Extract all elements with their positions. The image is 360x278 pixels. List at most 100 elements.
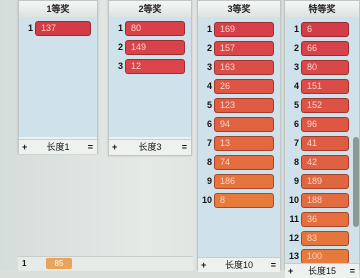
item-index: 3 bbox=[206, 62, 212, 72]
item-index: 7 bbox=[293, 138, 299, 148]
item-index: 10 bbox=[202, 195, 213, 205]
item-index: 8 bbox=[206, 157, 212, 167]
item-index: 9 bbox=[206, 176, 212, 186]
item-value[interactable]: 26 bbox=[214, 79, 274, 94]
item-index: 12 bbox=[289, 233, 300, 243]
item-value[interactable]: 100 bbox=[301, 249, 349, 264]
list-item[interactable]: 4 151 bbox=[285, 78, 359, 95]
list-item[interactable]: 10 8 bbox=[198, 192, 280, 209]
item-index: 3 bbox=[293, 62, 299, 72]
list-item[interactable]: 1 137 bbox=[19, 20, 97, 37]
list-item[interactable]: 5 152 bbox=[285, 97, 359, 114]
item-value[interactable]: 169 bbox=[214, 22, 274, 37]
column-footer: + 长度15 = bbox=[285, 263, 359, 278]
item-index: 1 bbox=[293, 24, 299, 34]
item-value[interactable]: 74 bbox=[214, 155, 274, 170]
list-item[interactable]: 2 157 bbox=[198, 40, 280, 57]
equals-button[interactable]: = bbox=[350, 264, 355, 278]
item-value[interactable]: 137 bbox=[35, 21, 91, 36]
list-item[interactable]: 5 123 bbox=[198, 97, 280, 114]
item-value[interactable]: 85 bbox=[46, 258, 72, 269]
item-index: 4 bbox=[293, 81, 299, 91]
list-item[interactable]: 8 74 bbox=[198, 154, 280, 171]
item-index: 7 bbox=[206, 138, 212, 148]
list-item[interactable]: 9 189 bbox=[285, 173, 359, 190]
item-index: 6 bbox=[206, 119, 212, 129]
column-4: 特等奖 16 2 66 3 80 4 151 5 152 6 96 7 41 8 42 9 18… bbox=[284, 0, 360, 278]
item-index: 2 bbox=[206, 43, 212, 53]
length-label: 长度3 bbox=[138, 142, 162, 152]
item-value[interactable]: 83 bbox=[301, 231, 349, 246]
equals-button[interactable]: = bbox=[182, 140, 187, 154]
item-index: 9 bbox=[293, 176, 299, 186]
item-value[interactable]: 96 bbox=[301, 117, 349, 132]
item-value[interactable]: 186 bbox=[214, 174, 274, 189]
item-index: 3 bbox=[117, 61, 123, 71]
column-footer: + 长度1 = bbox=[19, 139, 97, 154]
item-value[interactable]: 13 bbox=[214, 136, 274, 151]
item-value[interactable]: 188 bbox=[301, 193, 349, 208]
list-item[interactable]: 6 94 bbox=[198, 116, 280, 133]
column-title: 2等奖 bbox=[109, 1, 191, 18]
item-value[interactable]: 189 bbox=[301, 174, 349, 189]
item-index: 8 bbox=[293, 157, 299, 167]
column-1: 1等奖 1 137 + 长度1 = bbox=[18, 0, 98, 154]
item-value[interactable]: 12 bbox=[125, 59, 185, 74]
item-index: 6 bbox=[293, 119, 299, 129]
item-value[interactable]: 6 bbox=[301, 22, 349, 37]
list-item[interactable]: 3 12 bbox=[109, 58, 191, 75]
list-item[interactable]: 7 41 bbox=[285, 135, 359, 152]
item-value[interactable]: 80 bbox=[125, 21, 185, 36]
item-index: 1 bbox=[22, 259, 27, 268]
length-label: 长度15 bbox=[307, 266, 336, 276]
list-item[interactable]: 11 36 bbox=[285, 211, 359, 228]
item-value[interactable]: 123 bbox=[214, 98, 274, 113]
item-value[interactable]: 80 bbox=[301, 60, 349, 75]
item-index: 5 bbox=[206, 100, 212, 110]
item-index: 2 bbox=[293, 43, 299, 53]
item-index: 4 bbox=[206, 81, 212, 91]
item-value[interactable]: 152 bbox=[301, 98, 349, 113]
column-list: 1 80 2 149 3 12 bbox=[109, 17, 191, 137]
page: 1等奖 1 137 + 长度1 = 2等奖 1 80 2 149 3 12 + … bbox=[0, 0, 360, 278]
item-value[interactable]: 157 bbox=[214, 41, 274, 56]
length-label: 长度1 bbox=[46, 142, 70, 152]
equals-button[interactable]: = bbox=[88, 140, 93, 154]
item-value[interactable]: 94 bbox=[214, 117, 274, 132]
item-index: 1 bbox=[117, 23, 123, 33]
list-item[interactable]: 8 42 bbox=[285, 154, 359, 171]
list-item[interactable]: 10 188 bbox=[285, 192, 359, 209]
list-item[interactable]: 16 bbox=[285, 21, 359, 38]
list-item[interactable]: 1 80 bbox=[109, 20, 191, 37]
column-title: 3等奖 bbox=[198, 1, 280, 18]
list-item[interactable]: 6 96 bbox=[285, 116, 359, 133]
column-list: 16 2 66 3 80 4 151 5 152 6 96 7 41 8 42 9 189 10… bbox=[285, 17, 359, 264]
list-item[interactable]: 2 149 bbox=[109, 39, 191, 56]
item-index: 5 bbox=[293, 100, 299, 110]
list-item[interactable]: 7 13 bbox=[198, 135, 280, 152]
item-value[interactable]: 41 bbox=[301, 136, 349, 151]
item-value[interactable]: 151 bbox=[301, 79, 349, 94]
column-list: 1 137 bbox=[19, 17, 97, 137]
list-item[interactable]: 3 80 bbox=[285, 59, 359, 76]
list-item[interactable]: 1 169 bbox=[198, 21, 280, 38]
item-index: 10 bbox=[289, 195, 300, 205]
scrollbar[interactable] bbox=[353, 137, 359, 227]
item-value[interactable]: 36 bbox=[301, 212, 349, 227]
list-item[interactable]: 9 186 bbox=[198, 173, 280, 190]
bottom-panel: 1 85 bbox=[18, 256, 193, 271]
item-value[interactable]: 149 bbox=[125, 40, 185, 55]
item-value[interactable]: 42 bbox=[301, 155, 349, 170]
item-value[interactable]: 8 bbox=[214, 193, 274, 208]
list-item[interactable]: 3 163 bbox=[198, 59, 280, 76]
item-index: 1 bbox=[27, 23, 33, 33]
column-footer: + 长度3 = bbox=[109, 139, 191, 154]
list-item[interactable]: 12 83 bbox=[285, 230, 359, 247]
item-value[interactable]: 163 bbox=[214, 60, 274, 75]
list-item[interactable]: 2 66 bbox=[285, 40, 359, 57]
column-title: 1等奖 bbox=[19, 1, 97, 18]
item-value[interactable]: 66 bbox=[301, 41, 349, 56]
column-list: 1 169 2 157 3 163 4 26 5 123 6 94 7 13 8 74 9 186… bbox=[198, 17, 280, 257]
list-item[interactable]: 4 26 bbox=[198, 78, 280, 95]
item-index: 11 bbox=[289, 214, 299, 224]
